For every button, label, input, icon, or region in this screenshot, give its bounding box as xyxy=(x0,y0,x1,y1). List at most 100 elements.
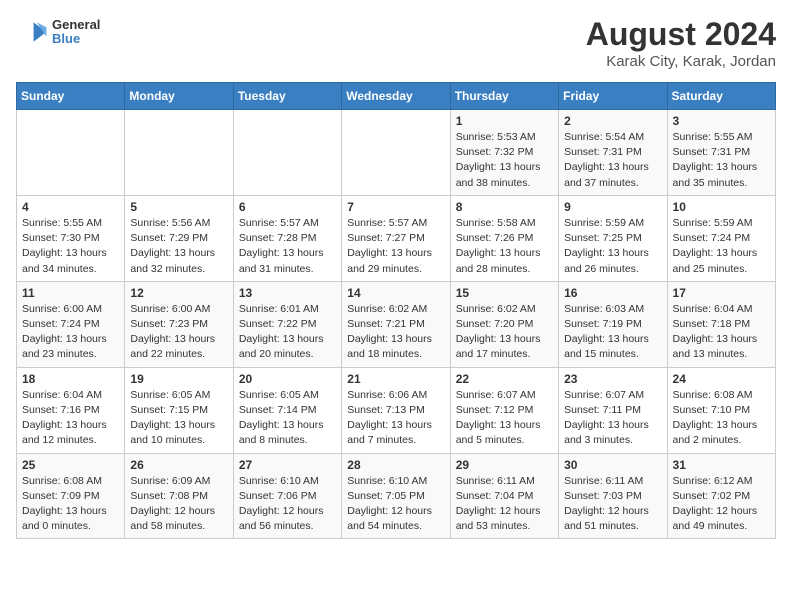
day-info-line: Sunset: 7:10 PM xyxy=(673,404,751,416)
day-info-line: Sunset: 7:08 PM xyxy=(130,490,208,502)
day-info: Sunrise: 5:55 AMSunset: 7:30 PMDaylight:… xyxy=(22,216,119,277)
day-info-line: and 26 minutes. xyxy=(564,263,639,275)
calendar-cell: 10Sunrise: 5:59 AMSunset: 7:24 PMDayligh… xyxy=(667,195,775,281)
day-info: Sunrise: 6:06 AMSunset: 7:13 PMDaylight:… xyxy=(347,388,444,449)
day-info-line: and 15 minutes. xyxy=(564,348,639,360)
day-info: Sunrise: 6:09 AMSunset: 7:08 PMDaylight:… xyxy=(130,474,227,535)
day-info-line: Sunrise: 6:10 AM xyxy=(239,475,319,487)
week-row-5: 25 Sunrise: 6:08 AMSunset: 7:09 PMDayligh… xyxy=(17,453,776,539)
day-info-line: Sunrise: 5:59 AM xyxy=(564,217,644,229)
day-number: 2 xyxy=(564,114,661,128)
day-info-line: Sunrise: 5:59 AM xyxy=(673,217,753,229)
day-info-line: Sunrise: 6:06 AM xyxy=(347,389,427,401)
day-info: Sunrise: 6:05 AMSunset: 7:15 PMDaylight:… xyxy=(130,388,227,449)
day-info-line: Sunset: 7:15 PM xyxy=(130,404,208,416)
day-info-line: Daylight: 13 hours xyxy=(130,419,215,431)
day-info-line: Sunset: 7:14 PM xyxy=(239,404,317,416)
day-info: Sunrise: 6:08 AMSunset: 7:09 PMDaylight:… xyxy=(22,474,119,535)
logo-general: General xyxy=(52,18,100,32)
calendar-table: SundayMondayTuesdayWednesdayThursdayFrid… xyxy=(16,82,776,539)
calendar-cell: 11Sunrise: 6:00 AMSunset: 7:24 PMDayligh… xyxy=(17,281,125,367)
day-number: 11 xyxy=(22,286,119,300)
day-info-line: Sunrise: 6:11 AM xyxy=(456,475,535,487)
weekday-header-saturday: Saturday xyxy=(667,83,775,110)
day-number: 1 xyxy=(456,114,553,128)
day-info-line: and 17 minutes. xyxy=(456,348,531,360)
day-info-line: Sunset: 7:29 PM xyxy=(130,232,208,244)
day-info-line: and 7 minutes. xyxy=(347,434,416,446)
day-info-line: and 49 minutes. xyxy=(673,520,748,532)
day-info-line: Sunrise: 6:01 AM xyxy=(239,303,319,315)
day-info-line: Daylight: 13 hours xyxy=(239,419,324,431)
day-info: Sunrise: 6:12 AMSunset: 7:02 PMDaylight:… xyxy=(673,474,770,535)
day-info-line: Daylight: 13 hours xyxy=(22,247,107,259)
calendar-cell: 15 Sunrise: 6:02 AMSunset: 7:20 PMDayligh… xyxy=(450,281,558,367)
day-info-line: Daylight: 13 hours xyxy=(564,419,649,431)
day-info-line: Sunrise: 6:09 AM xyxy=(130,475,210,487)
day-number: 27 xyxy=(239,458,336,472)
day-number: 16 xyxy=(564,286,661,300)
calendar-cell: 6Sunrise: 5:57 AMSunset: 7:28 PMDaylight… xyxy=(233,195,341,281)
day-info: Sunrise: 5:54 AMSunset: 7:31 PMDaylight:… xyxy=(564,130,661,191)
day-info: Sunrise: 6:02 AMSunset: 7:21 PMDaylight:… xyxy=(347,302,444,363)
day-info: Sunrise: 6:04 AMSunset: 7:18 PMDaylight:… xyxy=(673,302,770,363)
calendar-cell: 14Sunrise: 6:02 AMSunset: 7:21 PMDayligh… xyxy=(342,281,450,367)
calendar-cell: 3Sunrise: 5:55 AMSunset: 7:31 PMDaylight… xyxy=(667,110,775,196)
calendar-cell: 30Sunrise: 6:11 AMSunset: 7:03 PMDayligh… xyxy=(559,453,667,539)
calendar-cell: 29Sunrise: 6:11 AMSunset: 7:04 PMDayligh… xyxy=(450,453,558,539)
day-info-line: and 13 minutes. xyxy=(673,348,748,360)
day-number: 4 xyxy=(22,200,119,214)
logo: General Blue xyxy=(16,16,100,48)
day-number: 25 xyxy=(22,458,119,472)
day-number: 15 xyxy=(456,286,553,300)
calendar-cell: 20Sunrise: 6:05 AMSunset: 7:14 PMDayligh… xyxy=(233,367,341,453)
day-info-line: Sunset: 7:12 PM xyxy=(456,404,534,416)
day-info: Sunrise: 6:02 AMSunset: 7:20 PMDaylight:… xyxy=(456,302,553,363)
day-info-line: and 38 minutes. xyxy=(456,177,531,189)
calendar-cell xyxy=(233,110,341,196)
day-number: 8 xyxy=(456,200,553,214)
day-info-line: Sunset: 7:22 PM xyxy=(239,318,317,330)
day-info-line: Sunset: 7:24 PM xyxy=(22,318,100,330)
day-info-line: Sunset: 7:31 PM xyxy=(564,146,642,158)
day-number: 6 xyxy=(239,200,336,214)
week-row-3: 11Sunrise: 6:00 AMSunset: 7:24 PMDayligh… xyxy=(17,281,776,367)
calendar-cell: 25 Sunrise: 6:08 AMSunset: 7:09 PMDayligh… xyxy=(17,453,125,539)
day-info-line: Sunset: 7:30 PM xyxy=(22,232,100,244)
day-info-line: Daylight: 12 hours xyxy=(673,505,758,517)
day-number: 5 xyxy=(130,200,227,214)
day-number: 28 xyxy=(347,458,444,472)
calendar-cell xyxy=(342,110,450,196)
day-info-line: Daylight: 13 hours xyxy=(347,247,432,259)
day-info-line: and 0 minutes. xyxy=(22,520,91,532)
calendar-cell: 21 Sunrise: 6:06 AMSunset: 7:13 PMDayligh… xyxy=(342,367,450,453)
calendar-title: August 2024 xyxy=(586,16,776,53)
day-info: Sunrise: 6:04 AMSunset: 7:16 PMDaylight:… xyxy=(22,388,119,449)
day-info-line: Daylight: 13 hours xyxy=(347,419,432,431)
day-info-line: Daylight: 13 hours xyxy=(456,419,541,431)
day-info-line: Sunset: 7:25 PM xyxy=(564,232,642,244)
calendar-cell xyxy=(17,110,125,196)
day-info-line: and 51 minutes. xyxy=(564,520,639,532)
day-info-line: Sunrise: 6:12 AM xyxy=(673,475,753,487)
day-info-line: and 20 minutes. xyxy=(239,348,314,360)
day-number: 24 xyxy=(673,372,770,386)
day-info-line: Sunrise: 5:57 AM xyxy=(239,217,319,229)
calendar-cell: 28Sunrise: 6:10 AMSunset: 7:05 PMDayligh… xyxy=(342,453,450,539)
day-info-line: Daylight: 13 hours xyxy=(673,333,758,345)
day-info-line: and 54 minutes. xyxy=(347,520,422,532)
day-info-line: and 25 minutes. xyxy=(673,263,748,275)
day-number: 7 xyxy=(347,200,444,214)
calendar-cell: 26Sunrise: 6:09 AMSunset: 7:08 PMDayligh… xyxy=(125,453,233,539)
calendar-cell: 1Sunrise: 5:53 AMSunset: 7:32 PMDaylight… xyxy=(450,110,558,196)
day-info-line: Sunrise: 6:05 AM xyxy=(239,389,319,401)
calendar-cell: 19Sunrise: 6:05 AMSunset: 7:15 PMDayligh… xyxy=(125,367,233,453)
day-info-line: Sunset: 7:16 PM xyxy=(22,404,100,416)
calendar-cell: 12Sunrise: 6:00 AMSunset: 7:23 PMDayligh… xyxy=(125,281,233,367)
day-info-line: Daylight: 13 hours xyxy=(22,505,107,517)
day-info-line: Sunset: 7:04 PM xyxy=(456,490,534,502)
logo-blue: Blue xyxy=(52,32,100,46)
day-info: Sunrise: 6:01 AMSunset: 7:22 PMDaylight:… xyxy=(239,302,336,363)
day-info-line: and 8 minutes. xyxy=(239,434,308,446)
day-number: 21 xyxy=(347,372,444,386)
